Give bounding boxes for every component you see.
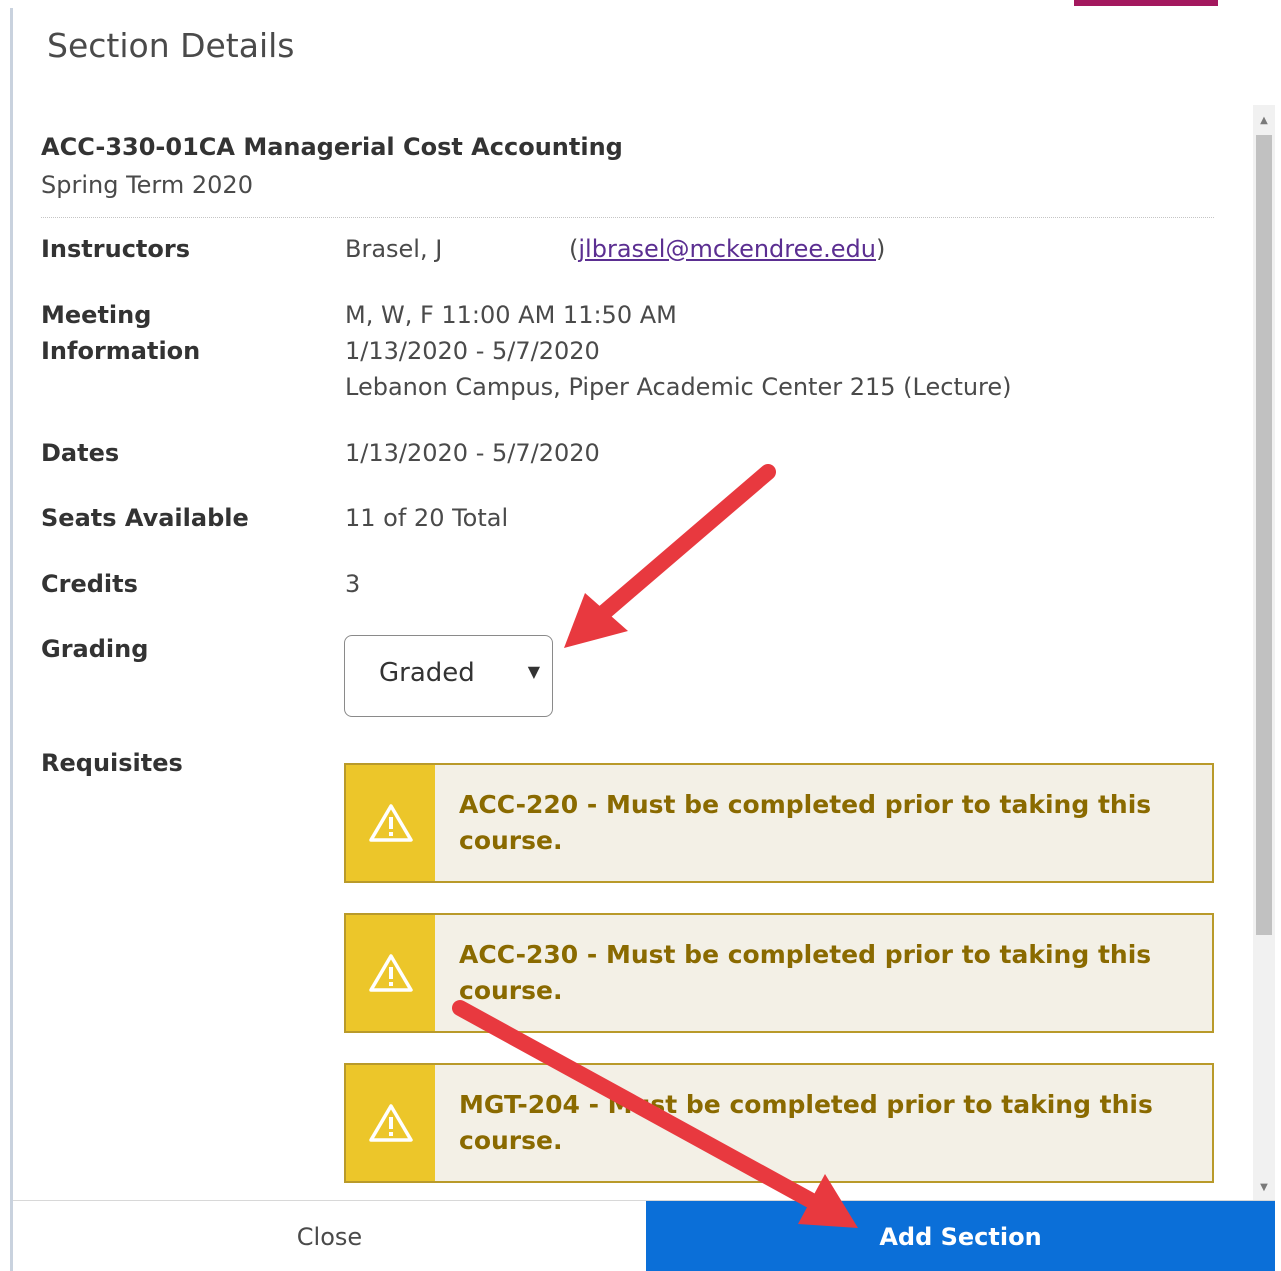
grading-select[interactable]: Graded ▼: [344, 635, 553, 717]
vertical-scrollbar[interactable]: ▲ ▼: [1253, 105, 1275, 1200]
requisite-text: MGT-204 - Must be completed prior to tak…: [459, 1090, 1153, 1155]
dialog-title: Section Details: [47, 26, 295, 65]
close-button[interactable]: Close: [13, 1201, 646, 1271]
top-accent-bar: [1074, 0, 1218, 6]
requisites-label: Requisites: [41, 749, 183, 777]
scroll-up-icon[interactable]: ▲: [1253, 111, 1275, 131]
credits-value: 3: [345, 570, 361, 598]
page: Section Details ACC-330-01CA Managerial …: [0, 0, 1281, 1271]
requisite-alert: MGT-204 - Must be completed prior to tak…: [344, 1063, 1214, 1183]
email-close-paren: ): [876, 235, 886, 263]
email-open-paren: (: [569, 235, 579, 263]
meeting-info: M, W, F 11:00 AM 11:50 AM 1/13/2020 - 5/…: [345, 297, 1012, 405]
instructor-email: (jlbrasel@mckendree.edu): [569, 231, 885, 267]
requisite-alert: ACC-220 - Must be completed prior to tak…: [344, 763, 1214, 883]
requisite-alert: ACC-230 - Must be completed prior to tak…: [344, 913, 1214, 1033]
scroll-down-icon[interactable]: ▼: [1253, 1178, 1275, 1198]
meeting-label-line2: Information: [41, 337, 201, 365]
add-section-button[interactable]: Add Section: [646, 1201, 1275, 1271]
meeting-dates: 1/13/2020 - 5/7/2020: [345, 337, 600, 365]
dialog-footer: Close Add Section: [13, 1200, 1275, 1271]
meeting-label-line1: Meeting: [41, 301, 152, 329]
requisite-text: ACC-220 - Must be completed prior to tak…: [459, 790, 1152, 855]
seats-label: Seats Available: [41, 504, 249, 532]
term-label: Spring Term 2020: [41, 171, 253, 199]
meeting-location: Lebanon Campus, Piper Academic Center 21…: [345, 373, 1012, 401]
credits-label: Credits: [41, 570, 138, 598]
instructor-email-link[interactable]: jlbrasel@mckendree.edu: [578, 235, 876, 263]
meeting-label: Meeting Information: [41, 297, 200, 369]
warning-icon: [346, 1065, 435, 1181]
seats-value: 11 of 20 Total: [345, 504, 509, 532]
requisite-text: ACC-230 - Must be completed prior to tak…: [459, 940, 1152, 1005]
instructor-name: Brasel, J: [345, 235, 443, 263]
caret-down-icon: ▼: [527, 662, 540, 681]
meeting-times: M, W, F 11:00 AM 11:50 AM: [345, 301, 677, 329]
course-title: ACC-330-01CA Managerial Cost Accounting: [41, 133, 623, 161]
warning-icon: [346, 915, 435, 1031]
divider: [41, 217, 1214, 218]
grading-selected-value: Graded: [379, 658, 475, 688]
dates-value: 1/13/2020 - 5/7/2020: [345, 439, 600, 467]
dialog-content: ACC-330-01CA Managerial Cost Accounting …: [13, 105, 1253, 1200]
scrollbar-thumb[interactable]: [1256, 135, 1272, 935]
warning-icon: [346, 765, 435, 881]
instructors-label: Instructors: [41, 235, 191, 263]
section-details-dialog: Section Details ACC-330-01CA Managerial …: [10, 8, 1275, 1271]
dates-label: Dates: [41, 439, 120, 467]
grading-label: Grading: [41, 635, 149, 663]
